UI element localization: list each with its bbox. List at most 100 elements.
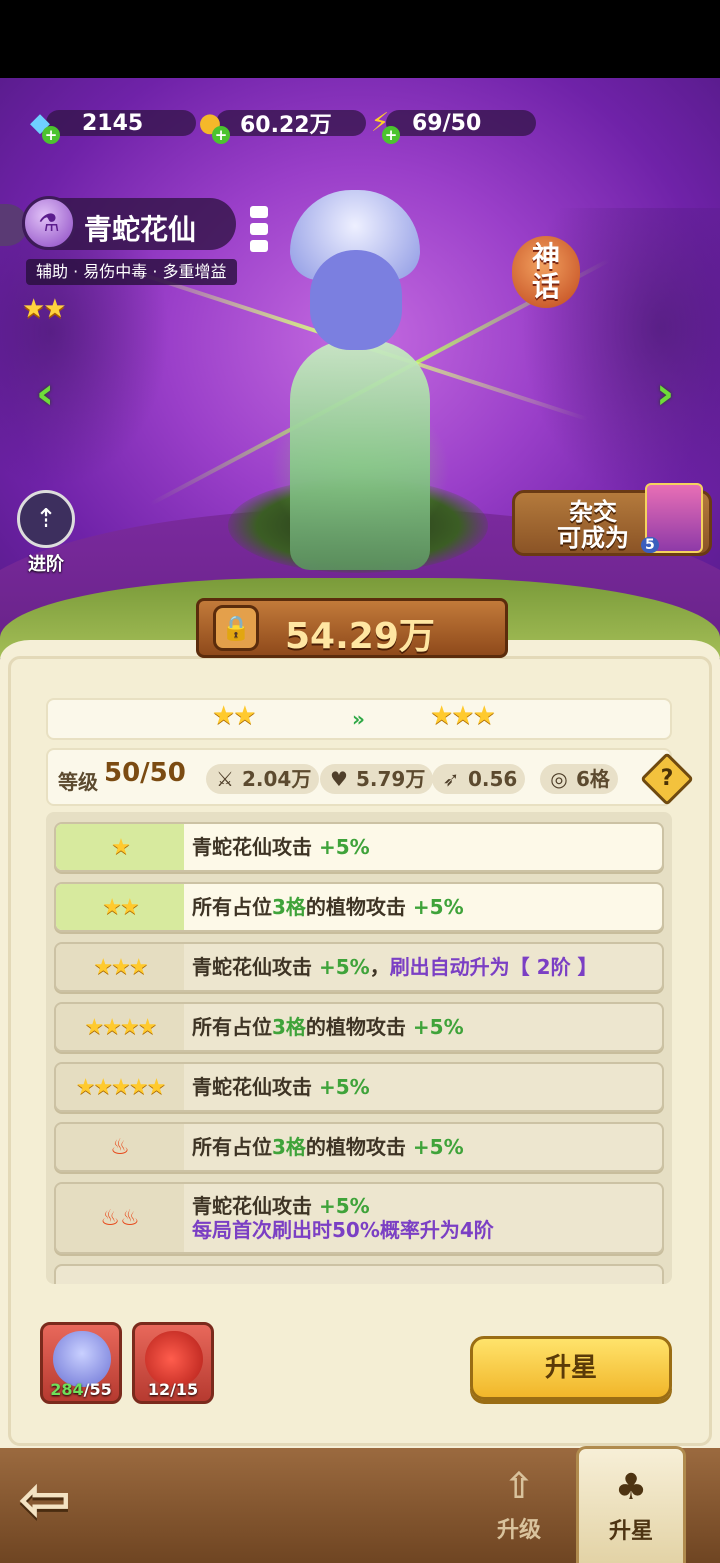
more-options-button[interactable] [250,206,270,252]
bonus-segment: 的植物攻击 [305,1015,413,1039]
back-arrow-icon[interactable]: ⇦ [18,1468,102,1536]
slot-value: 6格 [576,767,610,791]
hp-value: 5.79万 [356,767,426,791]
bonus-marker: ♨♨ [56,1184,184,1252]
upgrade-arrow-icon: » [352,707,365,731]
bonus-segment: 青蛇花仙攻击 [192,1075,319,1099]
flame-icon: ♨♨ [100,1205,140,1231]
bonus-segment: ， [369,955,390,979]
hp-stat: ♥ 5.79万 [320,764,434,794]
rarity-label: 神 话 [531,240,560,303]
currency-diamond[interactable]: ◆ + 2145 [20,106,196,144]
hero-portrait[interactable] [111,190,611,570]
tab-star-up-label: 升星 [608,1519,653,1544]
bonus-segment: 3格 [272,895,306,919]
hero-fragment-icon [53,1331,111,1387]
bonus-segment: +5% [318,835,370,859]
star-icon: ★★★★★ [75,1074,167,1100]
hybrid-label: 杂交 可成为 [557,498,629,552]
hero-name: 青蛇花仙 [84,213,197,246]
bonus-row: ★★★ 青蛇花仙攻击 +5%，刷出自动升为【 2阶 】 [54,942,664,992]
bonus-segment: 青蛇花仙攻击 [192,955,319,979]
plus-icon[interactable]: + [212,126,230,144]
bonus-marker: ★ [56,824,184,870]
hero-fragment-item[interactable]: 284/55 [40,1322,122,1404]
attack-stat: ⚔ 2.04万 [206,764,320,794]
advance-button[interactable]: ⇡ 进阶 [16,490,76,576]
plus-icon[interactable]: + [42,126,60,144]
level-label: 等级 [58,770,98,794]
bonus-segment: 3格 [272,1135,306,1159]
bonus-text: 所有占位3格的植物攻击 +5% [192,1124,652,1170]
status-bar [0,0,720,78]
speed-icon: ➶ [442,767,460,791]
currency-coin[interactable]: ● + 60.22万 [190,106,366,144]
star-bonus-list[interactable]: ★ 青蛇花仙攻击 +5% ★★ 所有占位3格的植物攻击 +5% ★★★ 青蛇花仙攻击 +5… [46,812,672,1284]
hero-tags: 辅助 · 易伤中毒 · 多重增益 [26,259,237,285]
star-icon: ★★★★ [84,1014,158,1040]
energy-count: 69/50 [412,110,482,136]
bonus-line: 青蛇花仙攻击 +5% [192,1064,652,1110]
bonus-segment: 青蛇花仙攻击 [192,835,319,859]
level-up-icon: ⇧ [503,1466,535,1507]
next-stars: ★★★ [430,701,496,731]
previous-hero-arrow[interactable]: ‹ [36,372,70,416]
bonus-text: 青蛇花仙攻击 +5% 每局首次刷出时50%概率升为4阶 [192,1184,652,1242]
star-icon: ★★ [102,894,139,920]
power-banner: 🔒 54.29万 [196,598,508,658]
diamond-count: 2145 [82,110,144,136]
target-icon: ◎ [550,767,568,791]
bonus-segment: +5% [318,1194,370,1218]
advance-label: 进阶 [28,554,64,575]
lock-icon: 🔒 [213,605,259,651]
fragment-need: /55 [83,1380,112,1399]
bonus-row: ♨♨ 青蛇花仙攻击 +5% 每局首次刷出时50%概率升为4阶 [54,1182,664,1254]
hero-star-rating: ★★ [22,294,67,324]
upgrade-star-button[interactable]: 升星 [470,1336,672,1400]
bonus-segment: +5% [412,1135,464,1159]
apple-need: /15 [170,1380,199,1399]
sprout-icon: ⇡ [17,490,75,548]
bonus-row: ★★★★ 所有占位3格的植物攻击 +5% [54,1002,664,1052]
speed-value: 0.56 [468,767,518,791]
bonus-line: 所有占位3格的植物攻击 +5% [192,1124,652,1170]
apple-have: 12 [147,1380,171,1399]
bonus-text: 青蛇花仙攻击 +5%，刷出自动升为【 2阶 】 [192,944,652,990]
level-value: 50/50 [104,758,186,788]
fragment-have: 284 [50,1380,84,1399]
bonus-segment: 的植物攻击 [305,895,413,919]
tab-level-up[interactable]: ⇧ 升级 [464,1462,574,1558]
bonus-row: ★★★★★ 青蛇花仙攻击 +5% [54,1062,664,1112]
power-value: 54.29万 [285,616,435,657]
bonus-marker: ★★★ [56,944,184,990]
plus-icon[interactable]: + [382,126,400,144]
bonus-marker: ★★ [56,884,184,930]
bonus-line: 青蛇花仙攻击 +5%，刷出自动升为【 2阶 】 [192,944,652,990]
bonus-text: 青蛇花仙攻击 +5% [192,1064,652,1110]
star-icon: ★ [111,834,131,860]
next-hero-arrow[interactable]: › [656,372,690,416]
bonus-line-2: 每局首次刷出时50%概率升为4阶 [192,1218,494,1242]
hybrid-button[interactable]: 杂交 可成为 5 [512,483,712,556]
tab-level-up-label: 升级 [496,1518,541,1543]
fragment-count: 284/55 [43,1380,119,1399]
bonus-marker: ★★★★★ [56,1064,184,1110]
hero-face [310,250,402,350]
apple-item[interactable]: 12/15 [132,1322,214,1404]
bonus-segment: 青蛇花仙攻击 [192,1194,319,1218]
currency-energy[interactable]: ⚡ + 69/50 [360,106,536,144]
bonus-segment: +5% [318,1075,370,1099]
bonus-segment: 的植物攻击 [305,1135,413,1159]
slot-stat: ◎ 6格 [540,764,618,794]
bonus-segment: 所有占位 [192,895,272,919]
sword-icon: ⚔ [216,767,234,791]
potion-icon: ⚗ [22,196,76,250]
speed-stat: ➶ 0.56 [432,764,526,794]
bonus-row: ♨ 所有占位3格的植物攻击 +5% [54,1122,664,1172]
bonus-text: 所有占位3格的植物攻击 +5% [192,884,652,930]
attack-value: 2.04万 [242,767,312,791]
bonus-segment: 所有占位 [192,1135,272,1159]
tab-star-up[interactable]: ♣ 升星 [576,1446,686,1563]
bonus-line: 所有占位3格的植物攻击 +5% [192,1004,652,1050]
bonus-segment: 刷出自动升为【 2阶 】 [389,955,598,979]
